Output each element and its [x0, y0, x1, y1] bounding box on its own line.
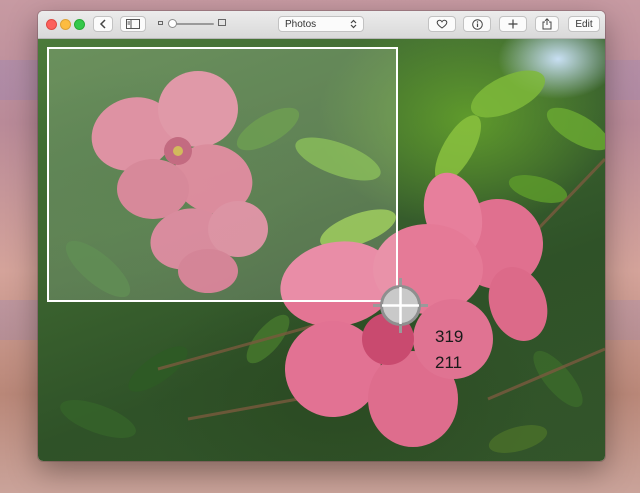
- zoom-button[interactable]: [74, 19, 85, 30]
- edit-button-label: Edit: [575, 18, 593, 30]
- cursor-x-coordinate: 319: [435, 327, 464, 346]
- crosshair-cursor-icon: [373, 278, 428, 333]
- back-button[interactable]: [93, 16, 113, 32]
- chevron-left-icon: [99, 19, 106, 29]
- zoom-in-icon: [218, 19, 226, 26]
- sidebar-toggle-button[interactable]: [120, 16, 146, 32]
- cursor-y-coordinate: 211: [435, 353, 463, 372]
- close-button[interactable]: [46, 19, 57, 30]
- photos-window: Photos Edit 319 211: [38, 11, 605, 461]
- album-select[interactable]: Photos: [278, 16, 364, 32]
- share-icon: [542, 18, 552, 30]
- edit-button[interactable]: Edit: [568, 16, 600, 32]
- zoom-out-icon: [158, 21, 163, 25]
- info-button[interactable]: [463, 16, 491, 32]
- favorite-button[interactable]: [428, 16, 456, 32]
- window-toolbar: Photos Edit: [38, 11, 605, 39]
- screenshot-selection-rectangle[interactable]: [47, 47, 398, 302]
- share-button[interactable]: [535, 16, 559, 32]
- zoom-slider-track[interactable]: [172, 23, 214, 25]
- minimize-button[interactable]: [60, 19, 71, 30]
- add-button[interactable]: [499, 16, 527, 32]
- sidebar-icon: [126, 19, 140, 29]
- photo-viewer[interactable]: 319 211: [38, 39, 605, 461]
- info-icon: [471, 18, 483, 30]
- plus-icon: [508, 19, 518, 29]
- zoom-slider-knob[interactable]: [168, 19, 177, 28]
- chevron-up-down-icon: [350, 19, 357, 29]
- heart-icon: [436, 19, 448, 29]
- album-select-label: Photos: [285, 18, 317, 30]
